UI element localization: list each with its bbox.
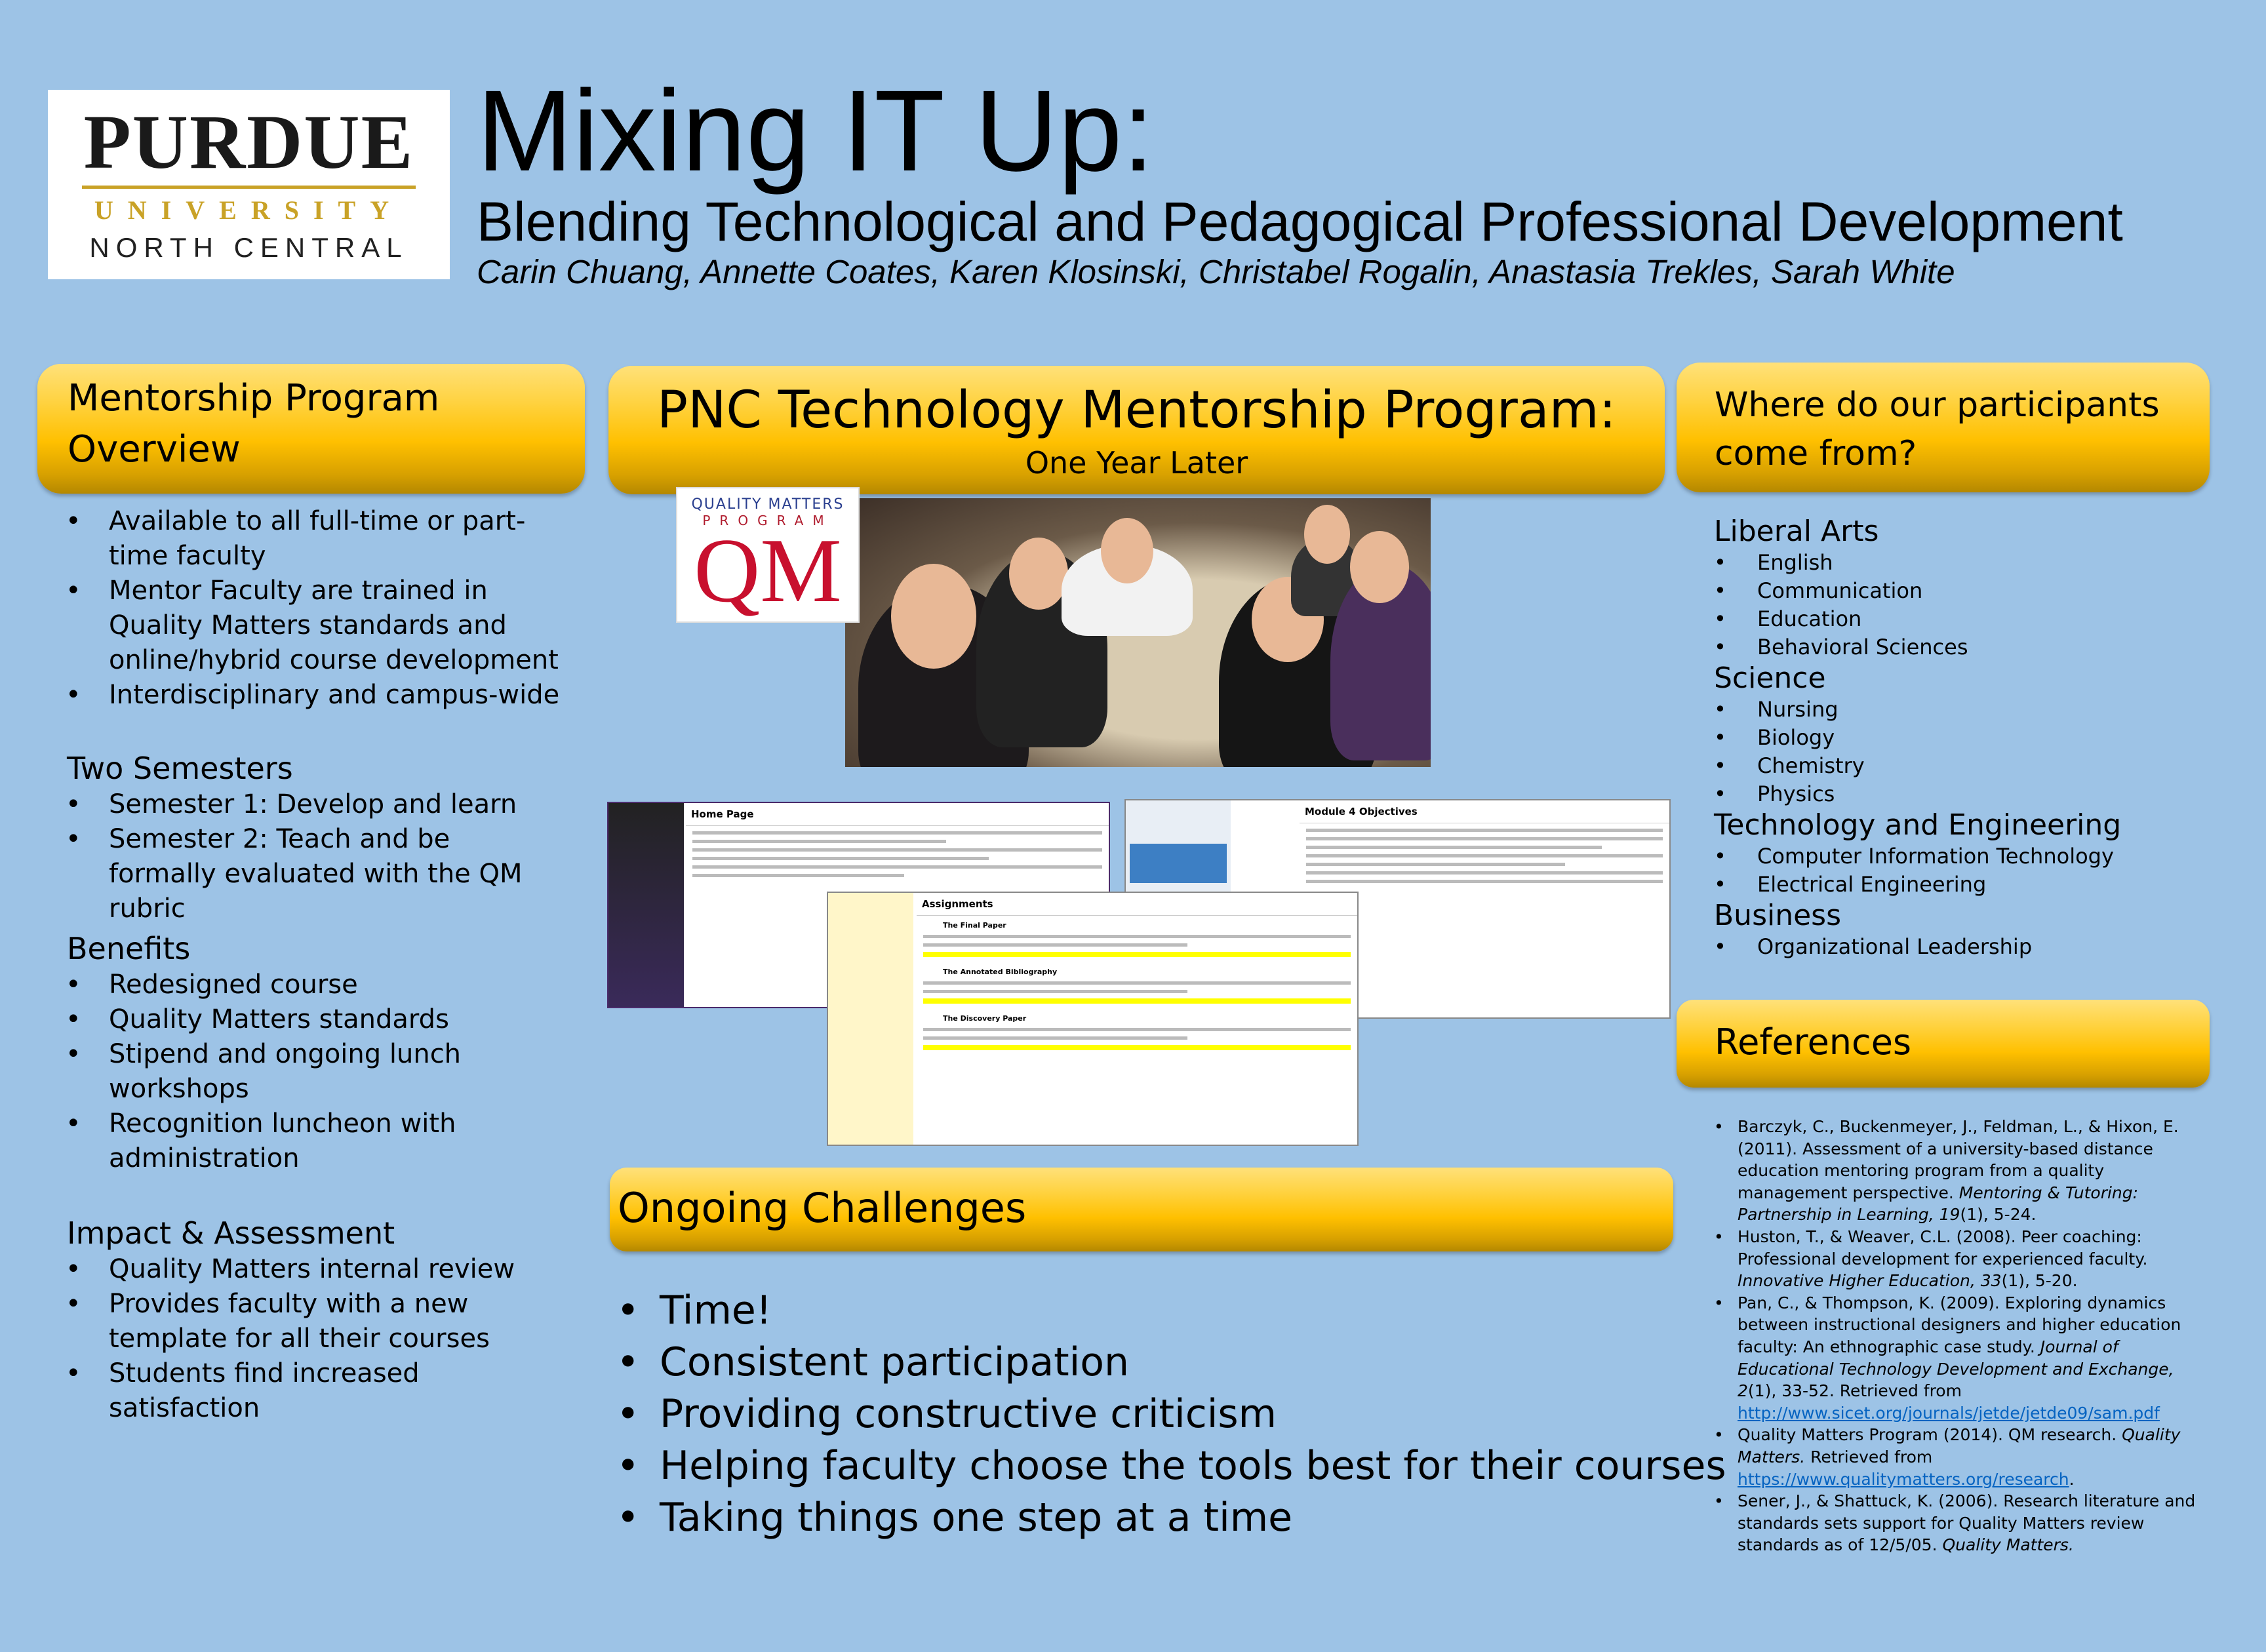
reference-source: Quality Matters.: [1942, 1535, 2074, 1555]
list-item: Taking things one step at a time: [616, 1492, 1726, 1544]
list-item: Mentor Faculty are trained in Quality Ma…: [66, 574, 564, 678]
list-item: Communication: [1714, 577, 2225, 605]
list-item: Time!: [616, 1285, 1726, 1337]
group-heading: Business: [1714, 899, 1842, 932]
assignment-item: The Annotated Bibliography: [943, 968, 1058, 976]
logo-university: UNIVERSITY: [94, 195, 404, 225]
list-item: Biology: [1714, 724, 2225, 752]
poster-subtitle: Blending Technological and Pedagogical P…: [477, 191, 2123, 252]
list-item: Interdisciplinary and campus-wide: [66, 678, 564, 713]
section-heading: Impact & Assessment: [67, 1215, 395, 1251]
references-title: References: [1715, 1021, 1912, 1063]
group-heading: Technology and Engineering: [1714, 808, 2122, 842]
list-item: Computer Information Technology: [1714, 842, 2225, 871]
reference-item: Quality Matters Program (2014). QM resea…: [1714, 1424, 2212, 1490]
assignment-item: The Final Paper: [943, 921, 1006, 930]
benefits-section: Benefits Redesigned course Quality Matte…: [66, 930, 564, 1176]
list-item: Redesigned course: [66, 968, 564, 1002]
qm-logo-text: QUALITY MATTERS: [691, 496, 845, 513]
list-item: Provides faculty with a new template for…: [66, 1287, 564, 1356]
list-item: Recognition luncheon with administration: [66, 1107, 564, 1176]
screenshot-title: Assignments: [917, 893, 1357, 916]
list-item: Nursing: [1714, 696, 2225, 724]
reference-item: Pan, C., & Thompson, K. (2009). Explorin…: [1714, 1292, 2212, 1425]
quality-matters-logo: QUALITY MATTERS PROGRAM QM: [676, 487, 860, 623]
group-photo: [845, 498, 1431, 767]
reference-source: Innovative Higher Education, 33: [1738, 1271, 2002, 1291]
list-item: Electrical Engineering: [1714, 871, 2225, 899]
program-header-title: PNC Technology Mentorship Program:: [657, 381, 1616, 440]
list-item: Students find increased satisfaction: [66, 1356, 564, 1426]
reference-tail: (1), 5-24.: [1960, 1205, 2037, 1225]
logo-wordmark: PURDUE: [83, 99, 414, 185]
section-heading: Benefits: [67, 931, 191, 966]
group-heading: Science: [1714, 661, 1826, 695]
list-item: Chemistry: [1714, 752, 2225, 780]
reference-item: Barczyk, C., Buckenmeyer, J., Feldman, L…: [1714, 1116, 2212, 1226]
reference-tail: (1), 33-52. Retrieved from: [1747, 1381, 1962, 1401]
reference-tail: (1), 5-20.: [2001, 1271, 2078, 1291]
poster-authors: Carin Chuang, Annette Coates, Karen Klos…: [477, 253, 1955, 290]
reference-item: Huston, T., & Weaver, C.L. (2008). Peer …: [1714, 1226, 2212, 1292]
overview-header: Mentorship Program Overview: [37, 364, 585, 494]
reference-item: Sener, J., & Shattuck, K. (2006). Resear…: [1714, 1490, 2212, 1556]
participants-header: Where do our participants come from?: [1677, 363, 2210, 492]
section-heading: Two Semesters: [67, 751, 293, 786]
list-item: Consistent participation: [616, 1337, 1726, 1388]
screenshot-assignments: Assignments The Final Paper The Annotate…: [827, 892, 1359, 1146]
participants-list: Liberal Arts English Communication Educa…: [1714, 515, 2225, 961]
overview-header-line1: Mentorship Program: [68, 377, 440, 420]
poster-title: Mixing IT Up:: [477, 67, 1155, 195]
list-item: Behavioral Sciences: [1714, 633, 2225, 661]
participants-header-line1: Where do our participants: [1715, 385, 2160, 425]
challenges-list: Time! Consistent participation Providing…: [616, 1285, 1726, 1544]
logo-campus: NORTH CENTRAL: [89, 232, 408, 263]
list-item: Available to all full-time or part-time …: [66, 504, 564, 574]
list-item: Organizational Leadership: [1714, 933, 2225, 961]
list-item: Helping faculty choose the tools best fo…: [616, 1440, 1726, 1492]
references-list: Barczyk, C., Buckenmeyer, J., Feldman, L…: [1714, 1116, 2212, 1556]
group-heading: Liberal Arts: [1714, 515, 1879, 548]
references-header: References: [1677, 1000, 2210, 1088]
program-header-subtitle: One Year Later: [1025, 445, 1248, 481]
list-item: Education: [1714, 605, 2225, 633]
screenshot-title: Home Page: [686, 803, 1109, 826]
reference-link[interactable]: http://www.sicet.org/journals/jetde/jetd…: [1738, 1404, 2160, 1423]
impact-section: Impact & Assessment Quality Matters inte…: [66, 1214, 564, 1426]
list-item: Stipend and ongoing lunch workshops: [66, 1037, 564, 1107]
challenges-header: Ongoing Challenges: [610, 1168, 1673, 1251]
list-item: Quality Matters standards: [66, 1002, 564, 1037]
list-item: English: [1714, 549, 2225, 577]
list-item: Semester 1: Develop and learn: [66, 787, 564, 822]
reference-tail: Retrieved from: [1805, 1447, 1933, 1466]
list-item: Quality Matters internal review: [66, 1252, 564, 1287]
reference-text: Huston, T., & Weaver, C.L. (2008). Peer …: [1738, 1227, 2148, 1268]
reference-link[interactable]: https://www.qualitymatters.org/research: [1738, 1470, 2069, 1489]
screenshot-title: Module 4 Objectives: [1300, 800, 1669, 823]
qm-logo-mark: QM: [694, 520, 842, 621]
semesters-section: Two Semesters Semester 1: Develop and le…: [66, 749, 564, 926]
list-item: Physics: [1714, 780, 2225, 808]
participants-header-line2: come from?: [1715, 434, 1917, 473]
assignment-item: The Discovery Paper: [943, 1014, 1027, 1023]
challenges-title: Ongoing Challenges: [618, 1184, 1027, 1232]
overview-intro: Available to all full-time or part-time …: [66, 504, 564, 713]
program-header: PNC Technology Mentorship Program: One Y…: [608, 366, 1665, 494]
overview-header-line2: Overview: [68, 428, 241, 471]
list-item: Semester 2: Teach and be formally evalua…: [66, 822, 564, 926]
reference-text: Quality Matters Program (2014). QM resea…: [1738, 1425, 2122, 1445]
logo-rule: [82, 186, 416, 189]
purdue-logo: PURDUE UNIVERSITY NORTH CENTRAL: [48, 90, 450, 279]
list-item: Providing constructive criticism: [616, 1388, 1726, 1440]
